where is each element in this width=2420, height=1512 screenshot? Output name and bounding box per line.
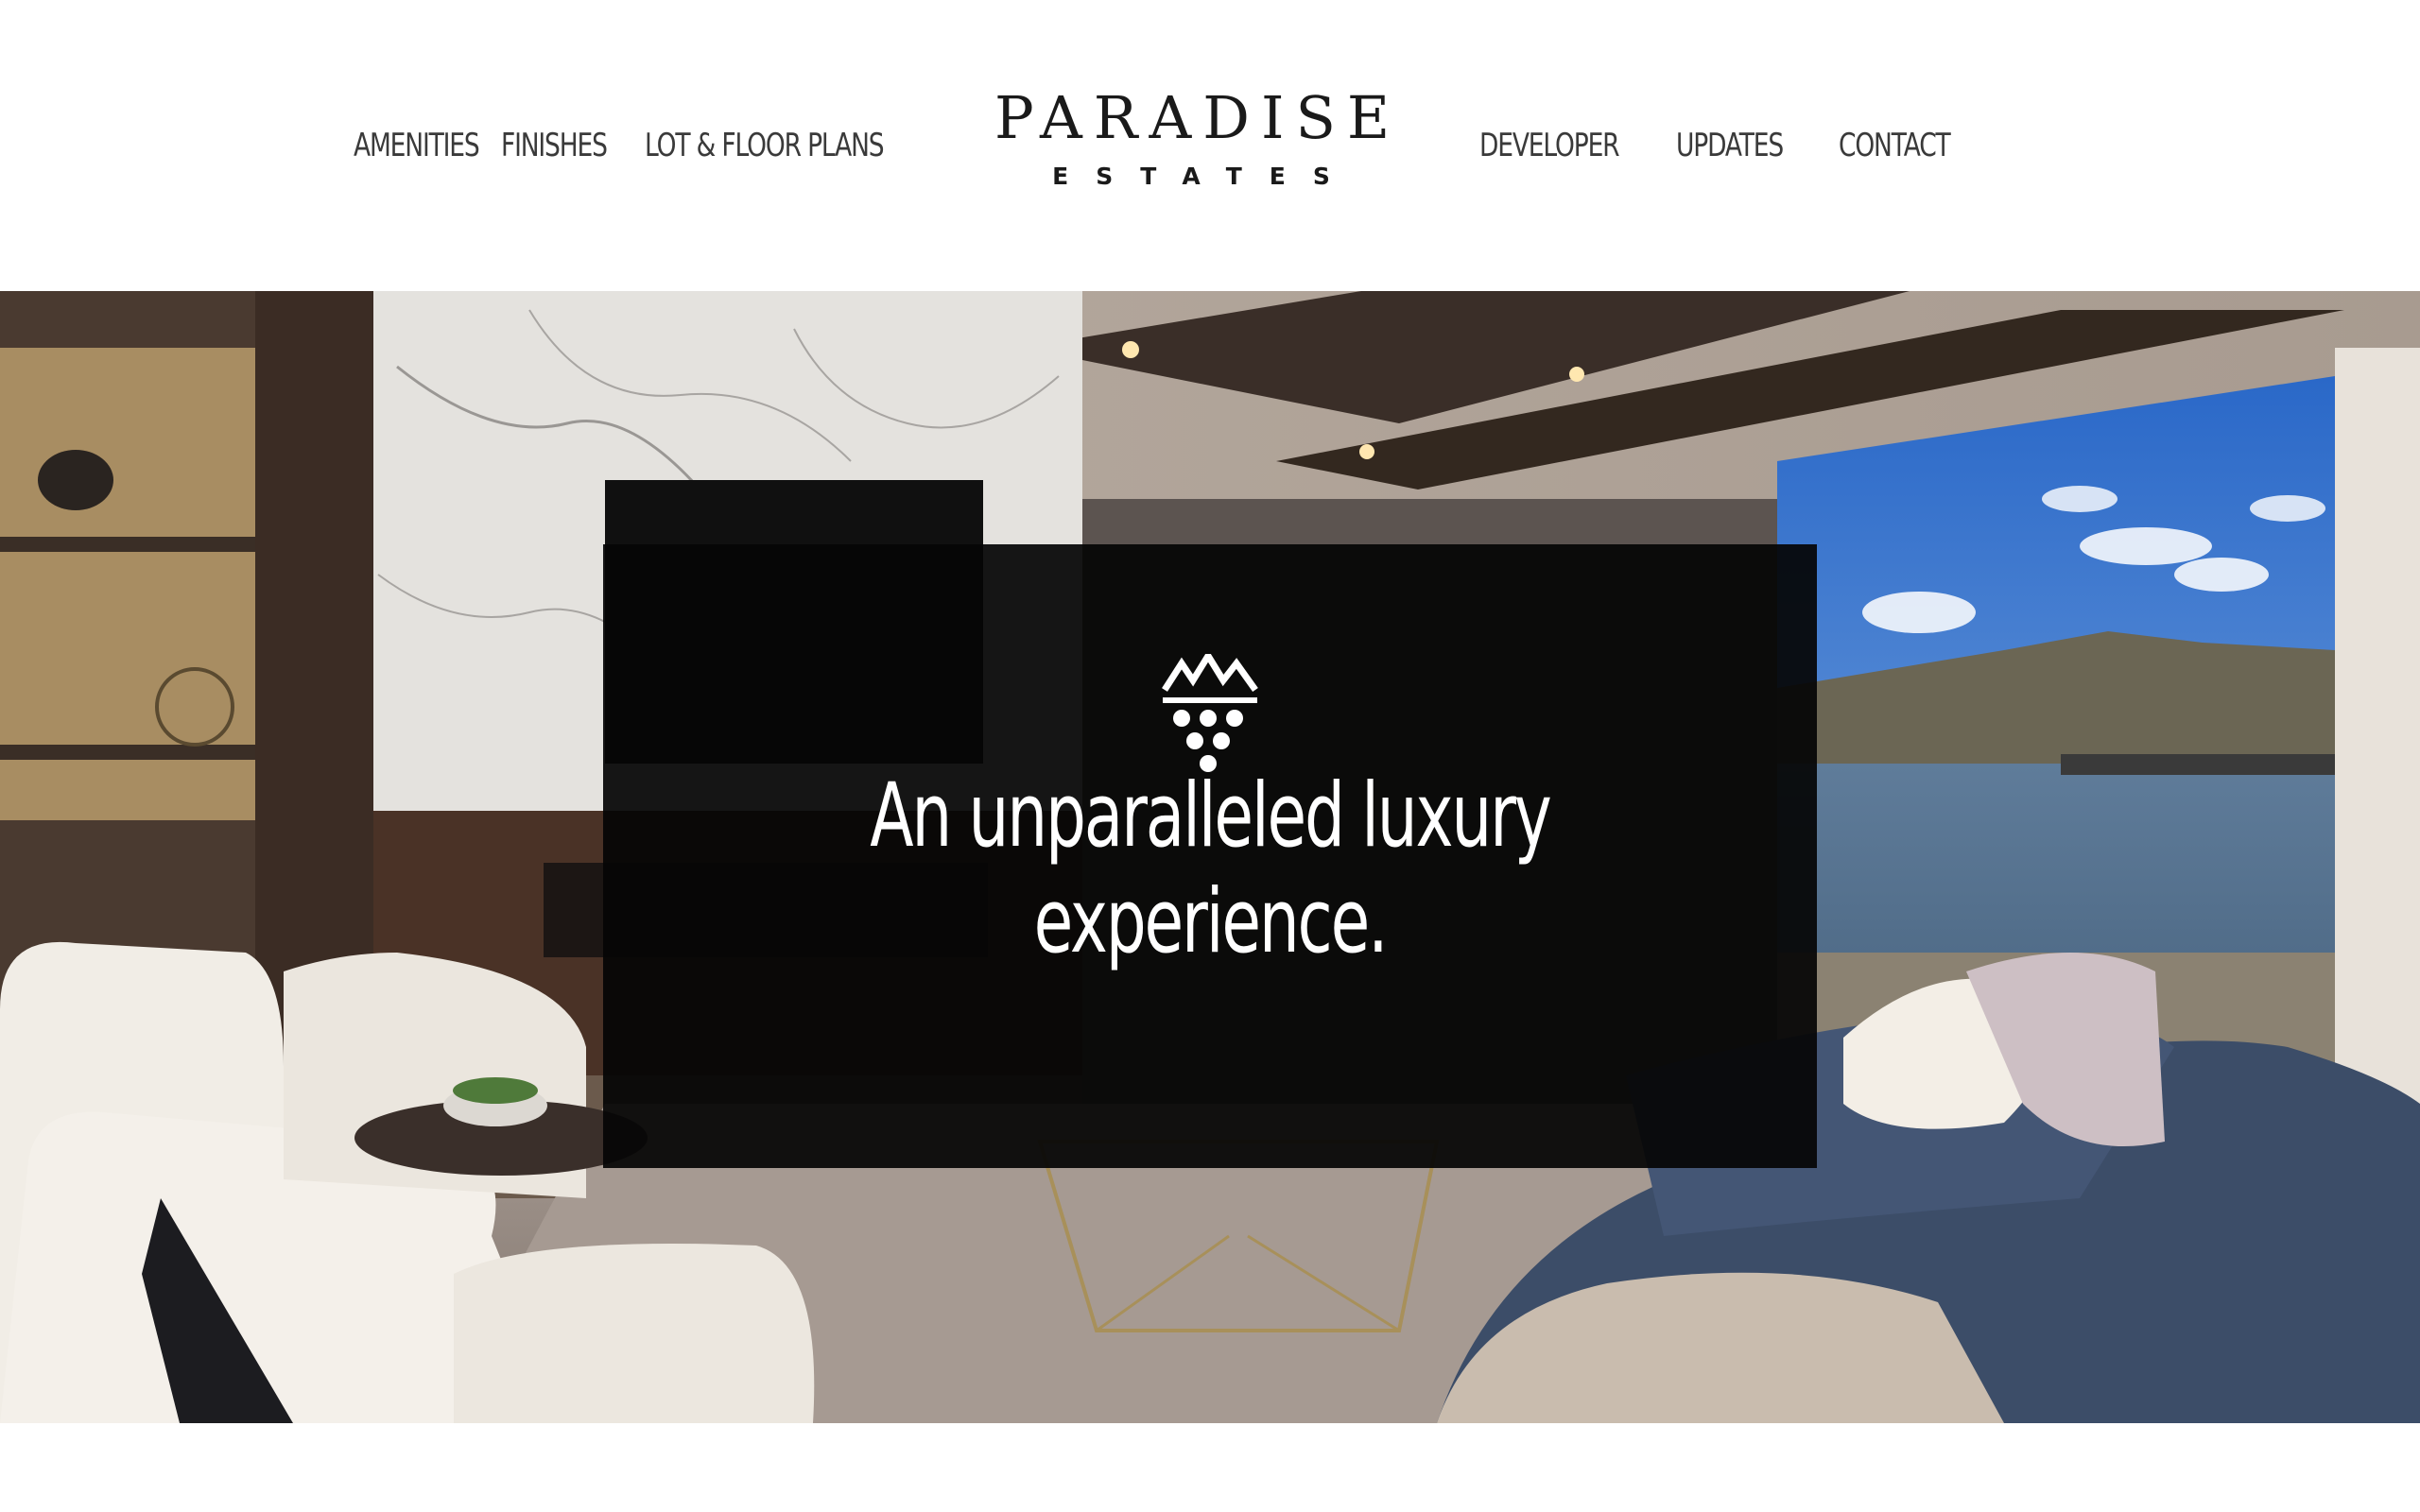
nav-contact[interactable]: CONTACT [1839, 127, 1951, 164]
hero-overlay-panel: An unparalleled luxury experience. [603, 544, 1817, 1168]
nav-lot-floor-plans[interactable]: LOT & FLOOR PLANS [645, 127, 885, 164]
paradise-estates-logo[interactable]: PARADISE ESTATES [983, 83, 1402, 191]
logo-wordmark: PARADISE [994, 83, 1402, 152]
logo-subtitle: ESTATES [1052, 163, 1357, 190]
primary-nav-left: AMENITIES FINISHES LOT & FLOOR PLANS [354, 121, 900, 170]
hero-tagline-line-1: An unparalleled luxury [870, 765, 1552, 868]
hero-tagline: An unparalleled luxury experience. [603, 764, 1817, 975]
hero-section: An unparalleled luxury experience. [0, 291, 2420, 1423]
nav-finishes[interactable]: FINISHES [501, 127, 608, 164]
nav-updates[interactable]: UPDATES [1676, 127, 1784, 164]
hero-tagline-line-2: experience. [1033, 870, 1389, 973]
site-header: AMENITIES FINISHES LOT & FLOOR PLANS PAR… [0, 0, 2420, 291]
primary-nav-right: DEVELOPER UPDATES CONTACT [1479, 121, 1951, 170]
mountain-grapes-icon [1162, 654, 1258, 772]
nav-developer[interactable]: DEVELOPER [1479, 127, 1620, 164]
nav-amenities[interactable]: AMENITIES [354, 127, 480, 164]
